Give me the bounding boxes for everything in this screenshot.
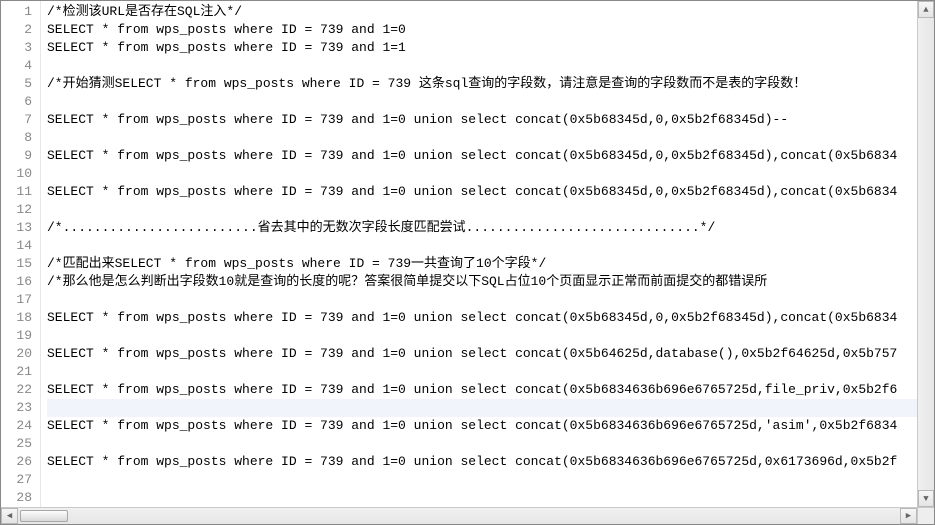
- code-line[interactable]: /*检测该URL是否存在SQL注入*/: [47, 3, 917, 21]
- line-number: 9: [1, 147, 32, 165]
- code-line[interactable]: SELECT * from wps_posts where ID = 739 a…: [47, 309, 917, 327]
- code-line[interactable]: SELECT * from wps_posts where ID = 739 a…: [47, 111, 917, 129]
- line-number: 15: [1, 255, 32, 273]
- code-line[interactable]: [47, 363, 917, 381]
- code-line[interactable]: [47, 399, 917, 417]
- code-line[interactable]: SELECT * from wps_posts where ID = 739 a…: [47, 453, 917, 471]
- code-line[interactable]: [47, 129, 917, 147]
- code-line[interactable]: SELECT * from wps_posts where ID = 739 a…: [47, 21, 917, 39]
- line-number: 7: [1, 111, 32, 129]
- line-number: 2: [1, 21, 32, 39]
- code-line[interactable]: SELECT * from wps_posts where ID = 739 a…: [47, 147, 917, 165]
- scroll-down-button[interactable]: ▼: [918, 490, 934, 507]
- code-line[interactable]: [47, 435, 917, 453]
- editor-area: 1234567891011121314151617181920212223242…: [1, 1, 934, 507]
- line-number: 12: [1, 201, 32, 219]
- code-line[interactable]: SELECT * from wps_posts where ID = 739 a…: [47, 183, 917, 201]
- code-content[interactable]: /*检测该URL是否存在SQL注入*/SELECT * from wps_pos…: [41, 1, 917, 507]
- line-number: 20: [1, 345, 32, 363]
- code-line[interactable]: [47, 93, 917, 111]
- code-line[interactable]: [47, 471, 917, 489]
- line-number: 23: [1, 399, 32, 417]
- line-number: 11: [1, 183, 32, 201]
- code-line[interactable]: /*开始猜测SELECT * from wps_posts where ID =…: [47, 75, 917, 93]
- chevron-up-icon: ▲: [923, 5, 928, 15]
- code-line[interactable]: SELECT * from wps_posts where ID = 739 a…: [47, 381, 917, 399]
- line-number: 21: [1, 363, 32, 381]
- line-number: 27: [1, 471, 32, 489]
- code-line[interactable]: /*那么他是怎么判断出字段数10就是查询的长度的呢？答案很简单提交以下SQL占位…: [47, 273, 917, 291]
- line-number: 14: [1, 237, 32, 255]
- code-line[interactable]: SELECT * from wps_posts where ID = 739 a…: [47, 39, 917, 57]
- line-number: 28: [1, 489, 32, 507]
- vertical-scroll-track[interactable]: [918, 18, 934, 490]
- line-number: 26: [1, 453, 32, 471]
- line-number: 22: [1, 381, 32, 399]
- line-number: 18: [1, 309, 32, 327]
- code-line[interactable]: [47, 237, 917, 255]
- horizontal-scroll-track[interactable]: [18, 508, 900, 524]
- chevron-down-icon: ▼: [923, 494, 928, 504]
- line-number: 5: [1, 75, 32, 93]
- line-number: 10: [1, 165, 32, 183]
- scroll-right-button[interactable]: ▶: [900, 508, 917, 524]
- line-number: 6: [1, 93, 32, 111]
- code-line[interactable]: [47, 57, 917, 75]
- code-line[interactable]: [47, 291, 917, 309]
- line-number: 3: [1, 39, 32, 57]
- line-number: 1: [1, 3, 32, 21]
- vertical-scrollbar[interactable]: ▲ ▼: [917, 1, 934, 507]
- editor-frame: 1234567891011121314151617181920212223242…: [0, 0, 935, 525]
- line-number: 19: [1, 327, 32, 345]
- line-number: 25: [1, 435, 32, 453]
- code-line[interactable]: /*匹配出来SELECT * from wps_posts where ID =…: [47, 255, 917, 273]
- scrollbar-corner: [917, 508, 934, 524]
- horizontal-scrollbar[interactable]: ◀ ▶: [1, 507, 934, 524]
- code-line[interactable]: SELECT * from wps_posts where ID = 739 a…: [47, 345, 917, 363]
- line-number-gutter: 1234567891011121314151617181920212223242…: [1, 1, 41, 507]
- code-line[interactable]: [47, 165, 917, 183]
- line-number: 24: [1, 417, 32, 435]
- code-line[interactable]: /*.........................省去其中的无数次字段长度匹…: [47, 219, 917, 237]
- code-line[interactable]: [47, 201, 917, 219]
- line-number: 4: [1, 57, 32, 75]
- line-number: 8: [1, 129, 32, 147]
- scroll-left-button[interactable]: ◀: [1, 508, 18, 524]
- scroll-up-button[interactable]: ▲: [918, 1, 934, 18]
- line-number: 17: [1, 291, 32, 309]
- horizontal-scroll-thumb[interactable]: [20, 510, 68, 522]
- line-number: 16: [1, 273, 32, 291]
- line-number: 13: [1, 219, 32, 237]
- chevron-right-icon: ▶: [906, 511, 911, 521]
- code-line[interactable]: [47, 489, 917, 507]
- chevron-left-icon: ◀: [7, 511, 12, 521]
- code-line[interactable]: [47, 327, 917, 345]
- code-line[interactable]: SELECT * from wps_posts where ID = 739 a…: [47, 417, 917, 435]
